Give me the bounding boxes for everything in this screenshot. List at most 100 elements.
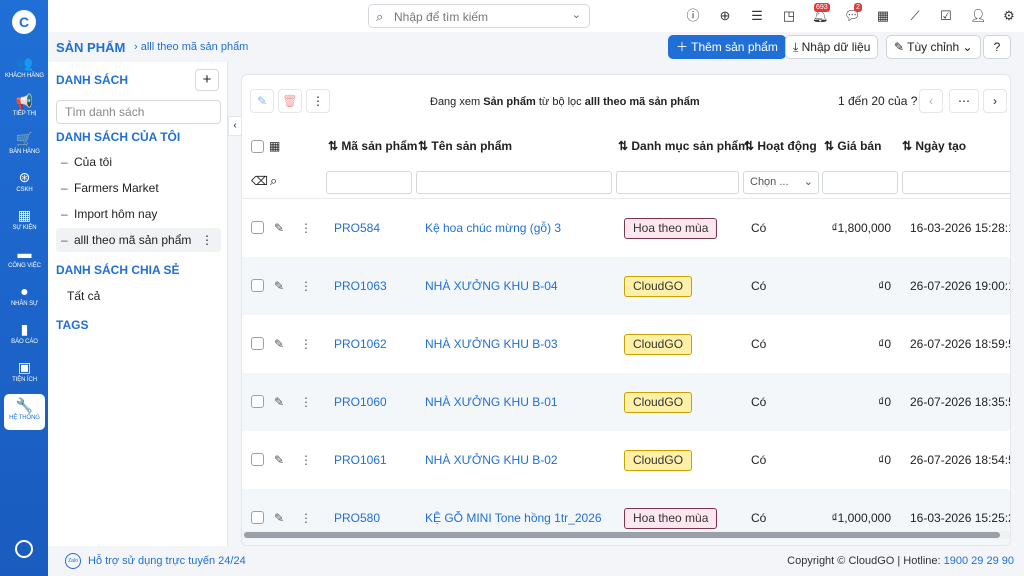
more-icon[interactable]: ⋮: [300, 373, 312, 431]
table-row[interactable]: ✎ ⋮ PRO1062 NHÀ XƯỞNG KHU B-03 CloudGO Có ₫0 26…: [242, 315, 1010, 373]
price-filter-input[interactable]: [822, 171, 898, 194]
list-item-selected[interactable]: – alll theo mã sản phẩm ⋮: [56, 228, 221, 252]
product-code[interactable]: PRO1063: [334, 257, 387, 315]
table-row[interactable]: ✎ ⋮ PRO1063 NHÀ XƯỞNG KHU B-04 CloudGO Có ₫0 26…: [242, 257, 1010, 315]
nav-item-cart[interactable]: 🛒 BÁN HÀNG: [4, 128, 45, 164]
scrollbar-thumb[interactable]: [244, 532, 1000, 538]
prev-page-icon[interactable]: ‹: [919, 89, 943, 113]
more-icon[interactable]: ⋮: [300, 315, 312, 373]
status-filter-select[interactable]: Chọn ... ⌄: [743, 171, 819, 194]
name-filter-input[interactable]: [416, 171, 612, 194]
product-name[interactable]: Kệ hoa chúc mừng (gỗ) 3: [425, 199, 561, 257]
edit-icon[interactable]: ✎: [274, 431, 284, 489]
user-icon[interactable]: 👤︎: [970, 8, 987, 24]
page-menu-icon[interactable]: ⋯: [949, 89, 979, 113]
nav-item-megaphone[interactable]: 📢 TIẾP THỊ: [4, 90, 45, 126]
category-filter-input[interactable]: [616, 171, 739, 194]
import-button[interactable]: ⤓ Nhập dữ liệu: [785, 35, 879, 59]
eraser-icon[interactable]: ⌫: [251, 174, 268, 188]
row-checkbox[interactable]: [251, 395, 264, 408]
tasks-icon[interactable]: ◳: [781, 8, 797, 24]
list-icon[interactable]: ☰: [749, 8, 765, 24]
more-actions-icon[interactable]: ⋮: [306, 89, 330, 113]
row-checkbox[interactable]: [251, 337, 264, 350]
nav-item-person[interactable]: ● NHÂN SỰ: [4, 280, 45, 316]
breadcrumb[interactable]: › alll theo mã sản phẩm: [134, 41, 248, 53]
product-name[interactable]: NHÀ XƯỞNG KHU B-04: [425, 257, 558, 315]
global-search[interactable]: ⌕ Nhập để tìm kiếm ⌄: [368, 4, 590, 28]
nav-item-users[interactable]: 👥 KHÁCH HÀNG: [4, 52, 45, 88]
row-checkbox[interactable]: [251, 279, 264, 292]
list-search-input[interactable]: Tìm danh sách: [56, 100, 221, 124]
nav-item-calendar[interactable]: ▦ SỰ KIỆN: [4, 204, 45, 240]
nav-item-label: TIỆN ÍCH: [12, 377, 37, 383]
product-name[interactable]: NHÀ XƯỞNG KHU B-02: [425, 431, 558, 489]
code-filter-input[interactable]: [326, 171, 412, 194]
product-name[interactable]: NHÀ XƯỞNG KHU B-03: [425, 315, 558, 373]
row-checkbox[interactable]: [251, 453, 264, 466]
more-icon[interactable]: ⋮: [300, 431, 312, 489]
column-header[interactable]: ⇅ Tên sản phẩm: [418, 127, 512, 165]
list-item[interactable]: – Import hôm nay: [56, 202, 221, 226]
table-row[interactable]: ✎ ⋮ PRO1060 NHÀ XƯỞNG KHU B-01 CloudGO Có ₫0 26…: [242, 373, 1010, 431]
product-name[interactable]: NHÀ XƯỞNG KHU B-01: [425, 373, 558, 431]
trash-icon[interactable]: 🗑︎: [278, 89, 302, 113]
select-all-checkbox[interactable]: [251, 140, 264, 153]
column-header[interactable]: ⇅ Giá bán: [824, 127, 881, 165]
nav-item-wrench[interactable]: 🔧 HỆ THỐNG: [4, 394, 45, 430]
list-item[interactable]: Tất cả: [56, 284, 221, 308]
help-icon[interactable]: ?: [983, 35, 1011, 59]
briefcase-icon: ▬: [17, 245, 32, 261]
add-product-button[interactable]: ＋ Thêm sản phẩm: [668, 35, 786, 59]
column-header[interactable]: ⇅ Danh mục sản phẩm: [618, 127, 749, 165]
table-row[interactable]: ✎ ⋮ PRO1061 NHÀ XƯỞNG KHU B-02 CloudGO Có ₫0 26…: [242, 431, 1010, 489]
horizontal-scrollbar[interactable]: [242, 531, 1010, 539]
table-row[interactable]: ✎ ⋮ PRO584 Kệ hoa chúc mừng (gỗ) 3 Hoa theo …: [242, 199, 1010, 257]
list-item[interactable]: – Của tôi: [56, 150, 221, 174]
nav-item-report[interactable]: ▮ BÁO CÁO: [4, 318, 45, 354]
next-page-icon[interactable]: ›: [983, 89, 1007, 113]
row-checkbox[interactable]: [251, 221, 264, 234]
column-settings-icon[interactable]: ▦: [269, 127, 280, 165]
column-label: Mã sản phẩm: [341, 139, 418, 153]
column-header[interactable]: ⇅ Hoạt động: [744, 127, 817, 165]
search-icon[interactable]: ⌕: [270, 173, 277, 189]
list-item[interactable]: – Farmers Market: [56, 176, 221, 200]
row-checkbox[interactable]: [251, 511, 264, 524]
alert-icon[interactable]: ⓘ: [685, 8, 701, 24]
column-header[interactable]: ⇅ Ngày tạo: [902, 127, 966, 165]
cloudgo-logo[interactable]: C: [12, 10, 36, 34]
more-icon[interactable]: ⋮: [300, 257, 312, 315]
edit-icon[interactable]: ✎: [274, 257, 284, 315]
product-code[interactable]: PRO1062: [334, 315, 387, 373]
hotline[interactable]: 1900 29 29 90: [944, 555, 1014, 567]
settings-icon[interactable]: ⚙: [1001, 8, 1017, 24]
more-icon[interactable]: ⋮: [201, 228, 213, 252]
add-list-button[interactable]: +: [195, 69, 219, 91]
active-status: Có: [751, 395, 767, 409]
date-filter-input[interactable]: [902, 171, 1010, 194]
edit-icon[interactable]: ✎: [274, 373, 284, 431]
edit-icon[interactable]: ✎: [250, 89, 274, 113]
column-header[interactable]: ⇅ Mã sản phẩm: [328, 127, 417, 165]
nav-item-lifebuoy[interactable]: ⊛ CSKH: [4, 166, 45, 202]
edit-icon[interactable]: ✎: [274, 315, 284, 373]
product-code[interactable]: PRO584: [334, 199, 380, 257]
zalo-icon[interactable]: Zalo: [65, 553, 81, 569]
collapse-panel-button[interactable]: ‹: [228, 116, 242, 136]
calendar-icon[interactable]: ▦: [875, 8, 891, 24]
checkbox-icon[interactable]: ☑: [938, 8, 954, 24]
support-link[interactable]: Hỗ trợ sử dụng trực tuyến 24/24: [88, 555, 246, 567]
more-icon[interactable]: ⋮: [300, 199, 312, 257]
product-code[interactable]: PRO1061: [334, 431, 387, 489]
add-circle-icon[interactable]: ⊕: [717, 8, 733, 24]
chevron-down-icon[interactable]: ⌄: [572, 8, 581, 21]
nav-item-briefcase[interactable]: ▬ CÔNG VIỆC: [4, 242, 45, 278]
nav-item-boxes[interactable]: ▣ TIỆN ÍCH: [4, 356, 45, 392]
edit-icon[interactable]: ✎: [274, 199, 284, 257]
customize-button[interactable]: ✎ Tùy chỉnh ⌄: [886, 35, 981, 59]
viewing-middle: từ bộ lọc: [538, 96, 582, 108]
clock-icon[interactable]: [15, 540, 33, 558]
chart-icon[interactable]: ⟋: [907, 8, 923, 24]
product-code[interactable]: PRO1060: [334, 373, 387, 431]
